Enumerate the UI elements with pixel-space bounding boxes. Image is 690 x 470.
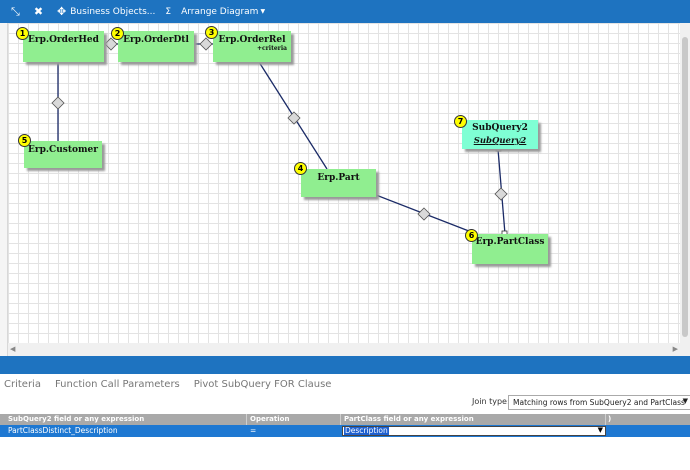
node-title: Erp.Part [317, 173, 360, 183]
table-node-orderhed[interactable]: Erp.OrderHed [23, 31, 104, 62]
column-divider [340, 414, 341, 425]
column-divider [605, 414, 606, 425]
node-title: Erp.OrderRel [218, 35, 286, 45]
panel-separator-bar[interactable] [0, 356, 690, 374]
link-tool-button[interactable]: ⤡ [6, 0, 29, 23]
column-header-close-paren[interactable]: ) [608, 415, 611, 423]
join-type-select[interactable]: Matching rows from SubQuery2 and PartCla… [508, 395, 690, 410]
relation-diamond-icon[interactable] [287, 111, 301, 125]
criteria-indicator: +criteria [256, 45, 287, 52]
criteria-tabs: Criteria Function Call Parameters Pivot … [0, 374, 690, 394]
table-row[interactable]: PartClassDistinct_Description = Descript… [0, 425, 690, 437]
link-icon: ⤡ [11, 5, 20, 18]
join-type-label: Join type: [472, 397, 510, 406]
table-node-partclass[interactable]: Erp.PartClass [472, 234, 548, 264]
relation-diamond-icon[interactable] [494, 187, 508, 201]
diagram-area: Erp.OrderHed 1 Erp.OrderDtl 2 Erp.OrderR… [0, 23, 690, 356]
table-node-part[interactable]: Erp.Part [301, 169, 376, 197]
right-field-editor[interactable]: Description ▼ [342, 426, 606, 436]
horizontal-scrollbar[interactable]: ◀ ▶ [8, 343, 680, 356]
scroll-right-icon[interactable]: ▶ [673, 345, 678, 353]
node-title: Erp.OrderHed [28, 35, 99, 45]
node-number-badge: 2 [111, 27, 124, 40]
tab-pivot-subquery-for-clause[interactable]: Pivot SubQuery FOR Clause [194, 379, 332, 390]
node-number-badge: 3 [205, 26, 218, 39]
table-node-customer[interactable]: Erp.Customer [24, 141, 102, 168]
column-header-left-field[interactable]: SubQuery2 field or any expression [8, 415, 144, 423]
column-header-operation[interactable]: Operation [250, 415, 289, 423]
node-number-badge: 1 [16, 27, 29, 40]
row-left-field[interactable]: PartClassDistinct_Description [8, 426, 118, 435]
node-title: Erp.PartClass [475, 237, 545, 247]
node-number-badge: 5 [18, 134, 31, 147]
relation-diamond-icon[interactable] [199, 37, 213, 51]
diagram-toolbar: ⤡ ✖ ✥ Business Objects... Σ Arrange Diag… [0, 0, 690, 23]
arrange-diagram-label: Arrange Diagram [181, 6, 259, 17]
relation-diamond-icon[interactable] [417, 207, 431, 221]
vertical-scrollbar[interactable] [680, 23, 690, 356]
canvas-left-strip [0, 23, 8, 356]
node-number-badge: 7 [454, 115, 467, 128]
column-header-right-field[interactable]: PartClass field or any expression [344, 415, 474, 423]
node-title: SubQuery2 [472, 123, 528, 133]
chevron-down-icon: ▼ [682, 397, 688, 405]
business-objects-label: Business Objects... [70, 6, 156, 17]
node-title: Erp.OrderDtl [123, 35, 189, 45]
delete-button[interactable]: ✖ [29, 0, 52, 23]
move-icon: ✥ [57, 5, 67, 18]
business-objects-button[interactable]: ✥ Business Objects... [52, 0, 160, 23]
chevron-down-icon[interactable]: ▼ [598, 426, 603, 434]
vertical-scrollbar-thumb[interactable] [682, 37, 688, 337]
arrange-diagram-button[interactable]: Arrange Diagram ▼ [176, 0, 270, 23]
scroll-left-icon[interactable]: ◀ [10, 345, 15, 353]
chevron-down-icon: ▼ [260, 8, 266, 15]
sigma-icon: Σ [165, 6, 172, 17]
aggregate-button[interactable]: Σ [160, 0, 176, 23]
tab-criteria[interactable]: Criteria [4, 379, 41, 390]
tab-function-call-parameters[interactable]: Function Call Parameters [55, 379, 180, 390]
criteria-grid-header: SubQuery2 field or any expression Operat… [0, 414, 690, 425]
node-number-badge: 6 [465, 229, 478, 242]
subquery-link[interactable]: SubQuery2 [462, 136, 538, 146]
diagram-canvas[interactable]: Erp.OrderHed 1 Erp.OrderDtl 2 Erp.OrderR… [8, 23, 680, 343]
column-divider [246, 414, 247, 425]
query-designer-window: ⤡ ✖ ✥ Business Objects... Σ Arrange Diag… [0, 0, 690, 470]
close-icon: ✖ [33, 5, 44, 18]
criteria-grid-empty-area [0, 437, 690, 470]
table-node-orderdtl[interactable]: Erp.OrderDtl [118, 31, 194, 62]
subquery-node-subquery2[interactable]: SubQuery2 SubQuery2 [462, 120, 538, 149]
right-field-value[interactable]: Description [344, 427, 389, 435]
row-operation[interactable]: = [250, 426, 256, 435]
node-title: Erp.Customer [28, 145, 98, 155]
table-node-orderrel[interactable]: Erp.OrderRel +criteria [213, 31, 291, 62]
node-number-badge: 4 [294, 162, 307, 175]
relation-diamond-icon[interactable] [51, 96, 65, 110]
join-type-row: Join type: Matching rows from SubQuery2 … [0, 394, 690, 412]
join-type-value: Matching rows from SubQuery2 and PartCla… [513, 398, 685, 407]
